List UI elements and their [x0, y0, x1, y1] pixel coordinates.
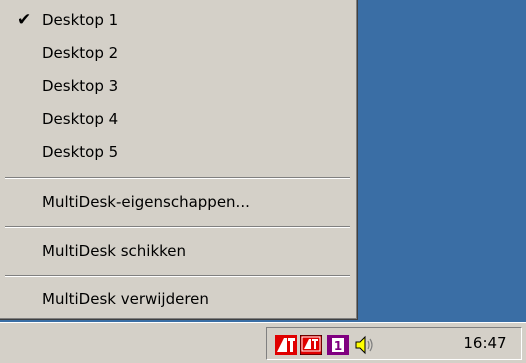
menu-item-multidesk-remove[interactable]: MultiDesk verwijderen — [0, 284, 356, 314]
menu-separator — [5, 275, 350, 277]
system-tray: 1 16:47 — [266, 327, 522, 360]
menu-item-desktop-2[interactable]: Desktop 2 — [0, 38, 356, 68]
menu-item-multidesk-arrange[interactable]: MultiDesk schikken — [0, 236, 356, 266]
menu-separator — [5, 177, 350, 179]
multidesk-1-icon[interactable]: 1 — [327, 335, 349, 355]
check-icon: ✔ — [17, 10, 32, 30]
menu-item-label: Desktop 1 — [42, 11, 119, 29]
speaker-icon[interactable] — [353, 335, 375, 355]
menu-item-multidesk-properties[interactable]: MultiDesk-eigenschappen... — [0, 187, 356, 217]
menu-item-desktop-5[interactable]: Desktop 5 — [0, 137, 356, 167]
menu-item-label: Desktop 2 — [42, 44, 119, 62]
menu-item-label: MultiDesk-eigenschappen... — [42, 193, 250, 211]
menu-item-label: MultiDesk schikken — [42, 242, 187, 260]
clock[interactable]: 16:47 — [453, 328, 517, 359]
menu-item-desktop-1[interactable]: ✔ Desktop 1 — [0, 5, 356, 35]
menu-item-label: Desktop 5 — [42, 143, 119, 161]
menu-item-label: Desktop 3 — [42, 77, 119, 95]
menu-item-desktop-4[interactable]: Desktop 4 — [0, 104, 356, 134]
multidesk-number: 1 — [334, 339, 342, 353]
menu-separator — [5, 226, 350, 228]
ati-display-icon[interactable] — [300, 335, 322, 355]
ati-icon[interactable] — [275, 335, 297, 355]
menu-item-desktop-3[interactable]: Desktop 3 — [0, 71, 356, 101]
menu-item-label: MultiDesk verwijderen — [42, 290, 209, 308]
taskbar: 1 16:47 — [0, 322, 526, 363]
multidesk-context-menu: ✔ Desktop 1 Desktop 2 Desktop 3 Desktop … — [0, 0, 358, 320]
menu-item-label: Desktop 4 — [42, 110, 119, 128]
